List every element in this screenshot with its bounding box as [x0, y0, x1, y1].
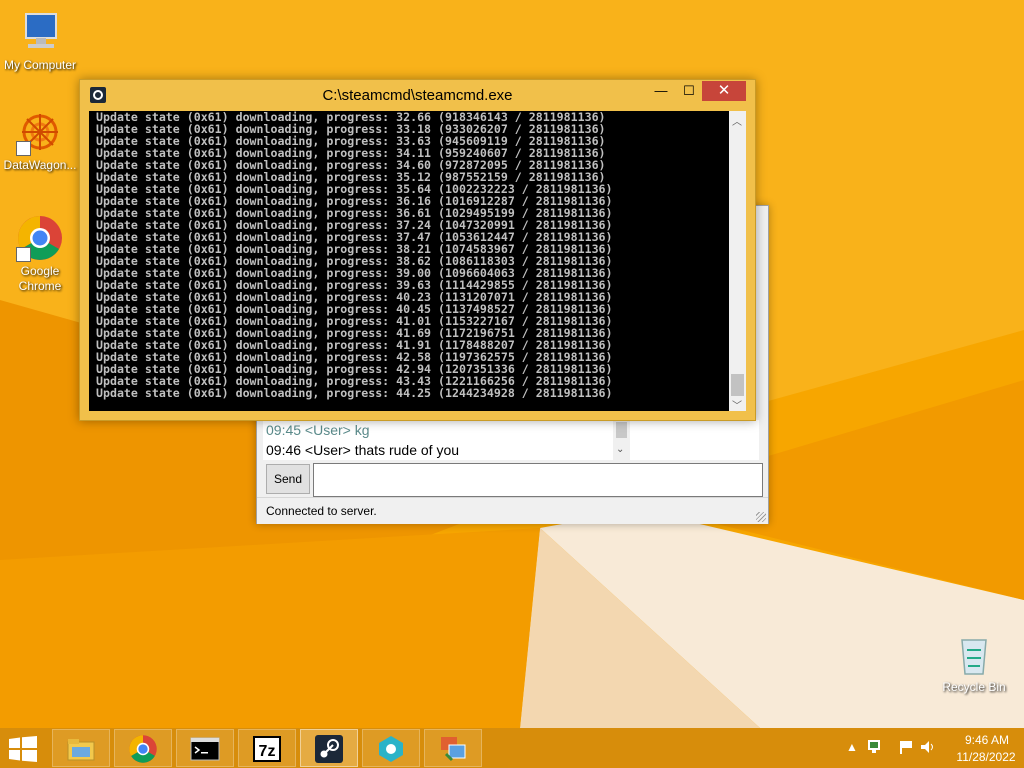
- computer-icon: [16, 8, 64, 56]
- svg-text:7z: 7z: [259, 743, 276, 760]
- chevron-down-icon[interactable]: ﹀: [732, 397, 742, 412]
- recycle-bin-icon: [950, 630, 998, 678]
- steamcmd-console-window[interactable]: C:\steamcmd\steamcmd.exe — ☐ ✕ Update st…: [79, 79, 756, 421]
- chevron-up-icon[interactable]: ︿: [732, 113, 742, 128]
- chevron-down-icon[interactable]: ⌄: [616, 444, 624, 455]
- console-scrollbar[interactable]: ︿ ﹀: [729, 111, 746, 412]
- volume-icon[interactable]: [920, 740, 936, 754]
- network-status-icon[interactable]: [866, 738, 882, 754]
- remote-desktop-icon: [441, 737, 466, 762]
- bluestack-icon: [379, 736, 403, 762]
- 7zip-icon: 7z: [253, 736, 281, 762]
- minimize-button[interactable]: —: [648, 81, 674, 101]
- maximize-button[interactable]: ☐: [676, 81, 702, 101]
- shortcut-arrow-icon: [16, 247, 31, 262]
- desktop-icon-google-chrome[interactable]: Google Chrome: [0, 214, 80, 294]
- console-lines: Update state (0x61) downloading, progres…: [96, 111, 613, 399]
- taskbar-bluestack[interactable]: [362, 729, 420, 767]
- command-prompt-icon: [190, 737, 220, 761]
- chrome-icon: [129, 735, 157, 763]
- chat-message: 09:45 <User> kg: [266, 422, 370, 438]
- taskbar-chrome[interactable]: [114, 729, 172, 767]
- send-button[interactable]: Send: [266, 464, 310, 494]
- close-button[interactable]: ✕: [702, 81, 746, 101]
- taskbar-command-prompt[interactable]: [176, 729, 234, 767]
- file-explorer-icon: [67, 739, 95, 761]
- show-hidden-icons-icon[interactable]: ▲: [846, 740, 858, 754]
- action-center-flag-icon[interactable]: [898, 740, 914, 754]
- scrollbar-thumb[interactable]: [616, 422, 627, 438]
- resize-grip-icon[interactable]: [756, 512, 766, 522]
- taskbar-7zip[interactable]: 7z: [238, 729, 296, 767]
- status-bar: Connected to server.: [257, 497, 768, 524]
- system-tray: ▲ 9:46 AM 11/28/2022: [840, 728, 1024, 768]
- desktop-icon-label: DataWagon...: [3, 158, 77, 172]
- taskbar-steamcmd[interactable]: [300, 729, 358, 767]
- desktop-icon-label: My Computer: [3, 58, 77, 72]
- console-output[interactable]: Update state (0x61) downloading, progres…: [89, 111, 729, 411]
- taskbar-file-explorer[interactable]: [52, 729, 110, 767]
- clock-date[interactable]: 11/28/2022: [948, 750, 1024, 764]
- connection-status: Connected to server.: [266, 504, 377, 518]
- datawagon-icon: [16, 108, 64, 156]
- clock-time[interactable]: 9:46 AM: [952, 733, 1022, 747]
- desktop-icon-datawagon[interactable]: DataWagon...: [0, 108, 80, 173]
- title-bar[interactable]: C:\steamcmd\steamcmd.exe — ☐ ✕: [80, 80, 755, 110]
- chat-message: 09:46 <User> thats rude of you: [266, 442, 460, 458]
- desktop-icon-label: Google Chrome: [18, 264, 62, 293]
- windows-logo-icon: [9, 736, 37, 762]
- taskbar: 7z ▲ 9:46 AM 11/28/2022: [0, 728, 1024, 768]
- desktop-icon-label: Recycle Bin: [942, 680, 1006, 694]
- desktop-icon-my-computer[interactable]: My Computer: [0, 8, 80, 73]
- chat-log: 09:45 <User> kg 09:46 <User> thats rude …: [263, 420, 638, 460]
- scrollbar-thumb[interactable]: [731, 374, 744, 396]
- taskbar-remote-desktop[interactable]: [424, 729, 482, 767]
- console-line: Update state (0x61) downloading, progres…: [96, 386, 613, 400]
- chrome-icon: [16, 214, 64, 262]
- steam-icon: [315, 735, 343, 763]
- user-list-panel: [638, 420, 759, 460]
- chat-log-scrollbar[interactable]: ⌄: [613, 420, 630, 460]
- message-input[interactable]: [313, 463, 763, 497]
- start-button[interactable]: [8, 736, 38, 762]
- desktop-icon-recycle-bin[interactable]: Recycle Bin: [934, 630, 1014, 695]
- shortcut-arrow-icon: [16, 141, 31, 156]
